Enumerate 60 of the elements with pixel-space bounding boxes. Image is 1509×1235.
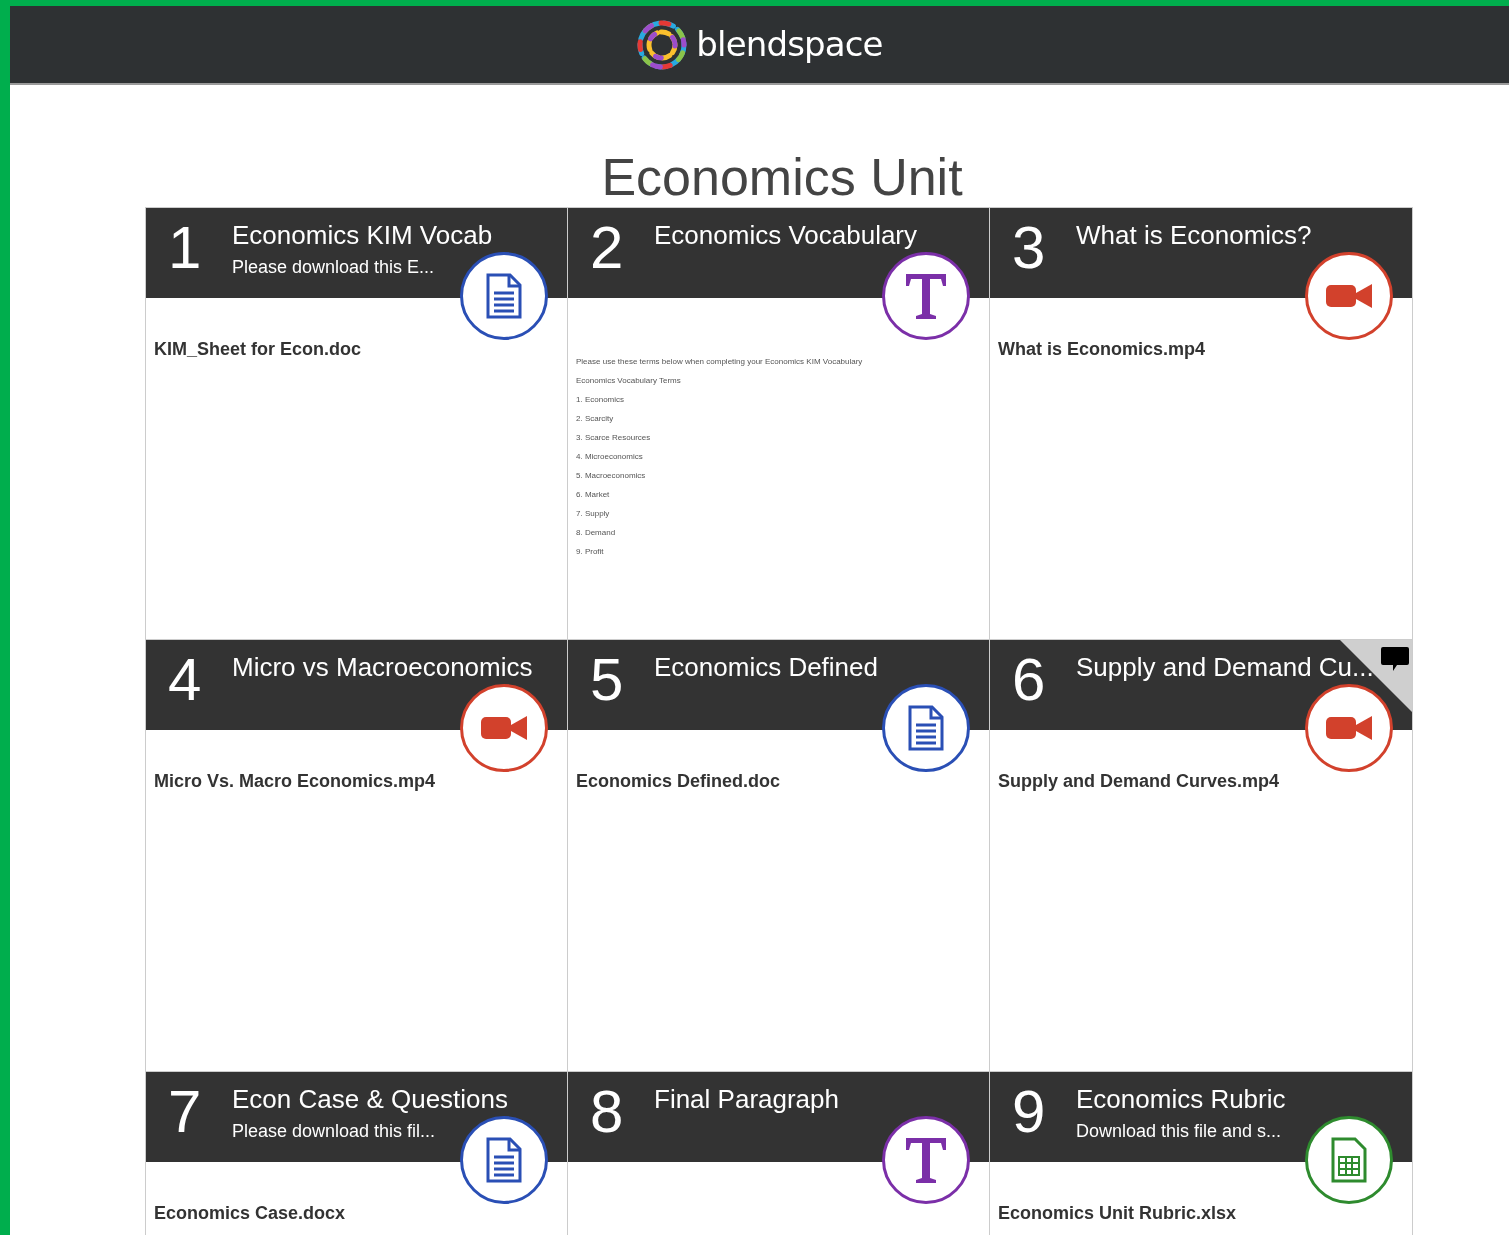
spreadsheet-icon [1330, 1137, 1368, 1183]
tile-title: Economics Defined [654, 651, 878, 684]
file-name[interactable]: KIM_Sheet for Econ.doc [154, 336, 567, 363]
preview-line: Please use these terms below when completing your Economics KIM Vocabulary [576, 356, 864, 367]
preview-line: 7. Supply [576, 508, 611, 519]
tile-number: 5 [590, 650, 625, 710]
preview-line: Economics Vocabulary Terms [576, 375, 682, 386]
letter-t-icon [903, 1135, 949, 1185]
tile-title: Final Paragraph [654, 1083, 839, 1116]
tile-number: 2 [590, 218, 625, 278]
file-name[interactable]: Micro Vs. Macro Economics.mp4 [154, 768, 567, 795]
video-camera-icon [1326, 715, 1372, 741]
tile-description: Please download this E... [232, 256, 436, 279]
tile-number: 4 [168, 650, 203, 710]
tile-number: 6 [1012, 650, 1047, 710]
page-title: Economics Unit [600, 147, 964, 207]
tile-card[interactable]: 1 Economics KIM Vocab Please download this E... KIM_Sheet for Econ.doc [146, 208, 568, 640]
tile-title: Economics Rubric [1076, 1083, 1286, 1116]
logo-wordmark[interactable]: blendspace [696, 19, 883, 70]
tile-title: What is Economics? [1076, 219, 1312, 252]
tile-card[interactable]: 8 Final Paragraph [568, 1072, 990, 1235]
document-icon [485, 273, 523, 319]
video-camera-icon [1326, 283, 1372, 309]
preview-line: 9. Profit [576, 546, 605, 557]
preview-line: 1. Economics [576, 394, 626, 405]
preview-line: 8. Demand [576, 527, 617, 538]
file-name[interactable]: What is Economics.mp4 [998, 336, 1412, 363]
preview-line: 6. Market [576, 489, 611, 500]
tile-number: 8 [590, 1082, 625, 1142]
tile-card[interactable]: 3 What is Economics? What is Economics.mp4 [990, 208, 1413, 640]
tile-number: 3 [1012, 218, 1047, 278]
logo-icon [636, 18, 689, 71]
tile-card[interactable]: 6 Supply and Demand Cu... Supply and Demand Curves.mp4 [990, 640, 1413, 1072]
document-icon [485, 1137, 523, 1183]
file-name[interactable]: Economics Unit Rubric.xlsx [998, 1200, 1412, 1227]
preview-line: 3. Scarce Resources [576, 432, 652, 443]
tile-title: Micro vs Macroeconomics [232, 651, 533, 684]
preview-line: 4. Microeconomics [576, 451, 644, 462]
tile-card[interactable] [568, 208, 990, 640]
tile-title: Economics KIM Vocab [232, 219, 493, 252]
tile-title: Supply and Demand Cu... [1076, 651, 1374, 684]
tile-title: Economics Vocabulary [654, 219, 918, 252]
tile-card[interactable]: 7 Econ Case & Questions Please download this fil... Economics Case.docx [146, 1072, 568, 1235]
tile-card[interactable]: 9 Economics Rubric Download this file and s... Economics Unit Rubric.xlsx [990, 1072, 1413, 1235]
file-name[interactable]: Economics Case.docx [154, 1200, 567, 1227]
tile-number: 1 [168, 218, 203, 278]
tile-title: Econ Case & Questions [232, 1083, 509, 1116]
tile-description: Download this file and s... [1076, 1120, 1283, 1143]
letter-t-icon [903, 271, 949, 321]
tile-card[interactable]: 5 Economics Defined Economics Defined.doc [568, 640, 990, 1072]
tile-number: 9 [1012, 1082, 1047, 1142]
preview-line: 5. Macroeconomics [576, 470, 647, 481]
tile-description: Please download this fil... [232, 1120, 437, 1143]
video-camera-icon [481, 715, 527, 741]
file-name[interactable]: Economics Defined.doc [576, 768, 989, 795]
tile-card[interactable]: 4 Micro vs Macroeconomics Micro Vs. Macro Economics.mp4 [146, 640, 568, 1072]
document-icon [907, 705, 945, 751]
file-name[interactable]: Supply and Demand Curves.mp4 [998, 768, 1412, 795]
tile-number: 7 [168, 1082, 203, 1142]
preview-line: 2. Scarcity [576, 413, 615, 424]
